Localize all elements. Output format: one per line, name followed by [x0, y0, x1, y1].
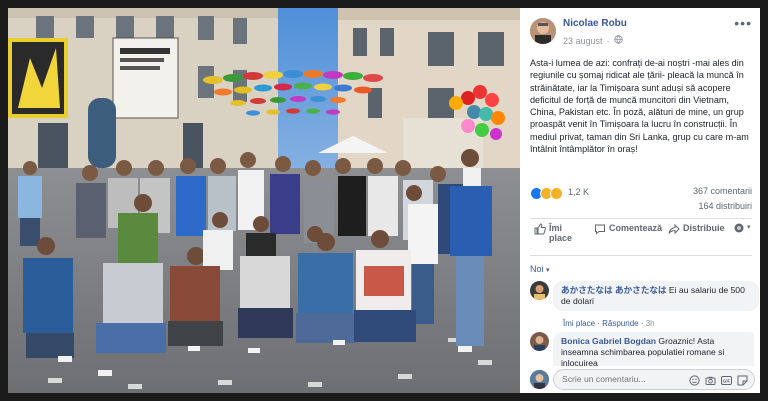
globe-small-icon: [734, 223, 744, 235]
camera-icon[interactable]: [705, 373, 716, 385]
group-photo-illustration: [8, 8, 520, 393]
comment-like-link[interactable]: Îmi place: [563, 319, 595, 328]
comment-tools: GIF: [689, 373, 748, 386]
comment-reply-link[interactable]: Răspunde: [602, 319, 638, 328]
comment-input-box[interactable]: GIF: [553, 369, 755, 390]
share-label: Distribuie: [683, 223, 725, 233]
svg-text:GIF: GIF: [723, 379, 731, 384]
share-count[interactable]: 164 distribuiri: [698, 201, 752, 211]
reaction-count[interactable]: 1,2 K: [568, 187, 589, 197]
current-user-avatar: [530, 370, 549, 389]
globe-icon: [613, 35, 623, 46]
post-header: Nicolae Robu 23 august · •••: [530, 15, 754, 54]
chevron-down-icon: ▾: [546, 267, 550, 274]
post-photo[interactable]: [8, 8, 520, 393]
comment-bubble: Bonica Gabriel Bogdan Groaznic! Asta ins…: [553, 332, 754, 366]
sticker-icon[interactable]: [737, 373, 748, 386]
thumbs-up-icon: [534, 223, 546, 237]
emoji-icon[interactable]: [689, 373, 700, 386]
post-meta: 23 august ·: [563, 35, 623, 46]
share-button[interactable]: Distribuie: [668, 223, 725, 237]
post-actions: Îmi place Comentează Distribuie ▾: [530, 223, 752, 257]
gif-icon[interactable]: GIF: [721, 373, 732, 385]
post-date[interactable]: 23 august: [563, 36, 603, 46]
chevron-down-icon: ▾: [747, 224, 751, 231]
share-icon: [668, 223, 680, 237]
audience-selector[interactable]: ▾: [734, 223, 751, 235]
author-avatar[interactable]: [530, 18, 556, 44]
comment-sort-dropdown[interactable]: Noi ▾: [530, 264, 550, 274]
post-text: Asta-i lumea de azi: confrați de-ai noșt…: [530, 58, 749, 155]
comment-button[interactable]: Comentează: [594, 223, 662, 237]
comment-item: Bonica Gabriel Bogdan Groaznic! Asta ins…: [530, 332, 754, 366]
comment-input[interactable]: [562, 372, 682, 386]
sort-label: Noi: [530, 264, 544, 274]
post-details-panel: Nicolae Robu 23 august · ••• Asta-i lume…: [520, 8, 760, 393]
divider: [530, 255, 752, 256]
comment-bubble: あかさたなは あかさたなは Ei au salariu de 500 de do…: [553, 281, 759, 311]
divider: [530, 218, 752, 219]
write-comment-bar: GIF: [530, 368, 756, 390]
more-options-icon[interactable]: •••: [734, 15, 752, 31]
commenter-avatar[interactable]: [530, 332, 549, 351]
comment-time: 3h: [645, 319, 655, 328]
comment-item: あかさたなは あかさたなは Ei au salariu de 500 de do…: [530, 281, 759, 328]
author-name[interactable]: Nicolae Robu: [563, 18, 627, 29]
comment-icon: [594, 223, 606, 237]
comment-label: Comentează: [609, 223, 663, 233]
commenter-name[interactable]: Bonica Gabriel Bogdan: [561, 336, 656, 346]
commenter-name[interactable]: あかさたなは あかさたなは: [561, 285, 667, 295]
comment-count[interactable]: 367 comentarii: [693, 186, 752, 196]
like-label: Îmi place: [549, 223, 573, 243]
wow-icon: [550, 187, 563, 200]
comment-actions: Îmi place · Răspunde · 3h: [563, 319, 655, 328]
reactions-summary[interactable]: 1,2 K 367 comentarii: [530, 186, 752, 200]
like-button[interactable]: Îmi place: [534, 223, 587, 243]
facebook-post-viewer: Nicolae Robu 23 august · ••• Asta-i lume…: [8, 8, 760, 393]
commenter-avatar[interactable]: [530, 281, 549, 300]
